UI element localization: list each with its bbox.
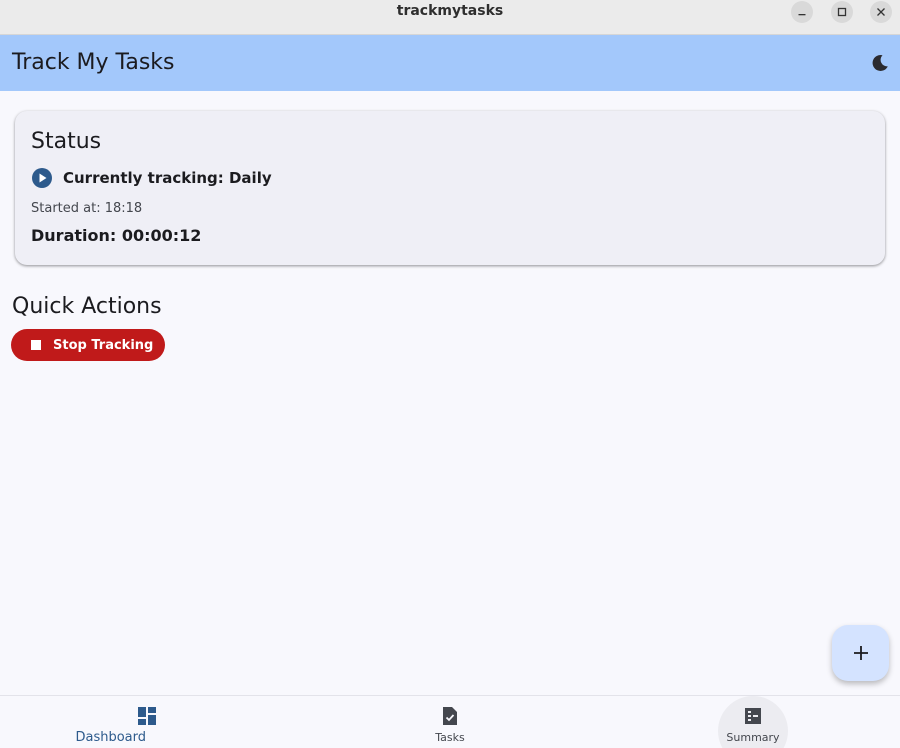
nav-label-dashboard: Dashboard	[75, 730, 146, 745]
duration-text: Duration: 00:00:12	[31, 226, 202, 245]
maximize-button[interactable]	[831, 1, 853, 23]
status-title: Status	[31, 129, 102, 154]
nav-label-tasks: Tasks	[435, 731, 465, 744]
close-icon	[877, 8, 885, 16]
nav-item-tasks[interactable]: Tasks	[300, 696, 600, 748]
window-titlebar: trackmytasks	[0, 0, 900, 35]
tracking-label: Currently tracking: Daily	[63, 169, 272, 187]
quick-actions-title: Quick Actions	[12, 294, 162, 319]
stop-tracking-button[interactable]: Stop Tracking	[11, 329, 165, 361]
minimize-button[interactable]	[791, 1, 813, 23]
nav-label-summary: Summary	[726, 731, 780, 744]
tracking-row: Currently tracking: Daily	[31, 167, 272, 189]
plus-icon	[853, 646, 868, 660]
theme-toggle-button[interactable]	[864, 47, 896, 79]
nav-item-dashboard[interactable]: Dashboard	[0, 696, 300, 748]
status-card: Status Currently tracking: Daily Started…	[15, 111, 885, 265]
app-title: Track My Tasks	[12, 50, 175, 75]
moon-icon	[872, 54, 888, 71]
app-bar: Track My Tasks	[0, 35, 900, 91]
minimize-icon	[798, 14, 806, 16]
summary-icon	[745, 708, 761, 724]
task-check-icon	[443, 707, 457, 725]
dashboard-icon	[138, 707, 156, 725]
stop-tracking-label: Stop Tracking	[53, 337, 154, 353]
window-title: trackmytasks	[396, 3, 504, 19]
maximize-icon	[837, 7, 847, 17]
play-circle-icon	[32, 168, 52, 188]
add-task-fab[interactable]	[832, 625, 889, 681]
stop-icon	[31, 340, 41, 350]
bottom-navigation: Dashboard Tasks Summary	[0, 695, 900, 748]
close-button[interactable]	[870, 1, 892, 23]
started-at-text: Started at: 18:18	[31, 201, 143, 216]
nav-item-summary[interactable]: Summary	[603, 696, 900, 748]
